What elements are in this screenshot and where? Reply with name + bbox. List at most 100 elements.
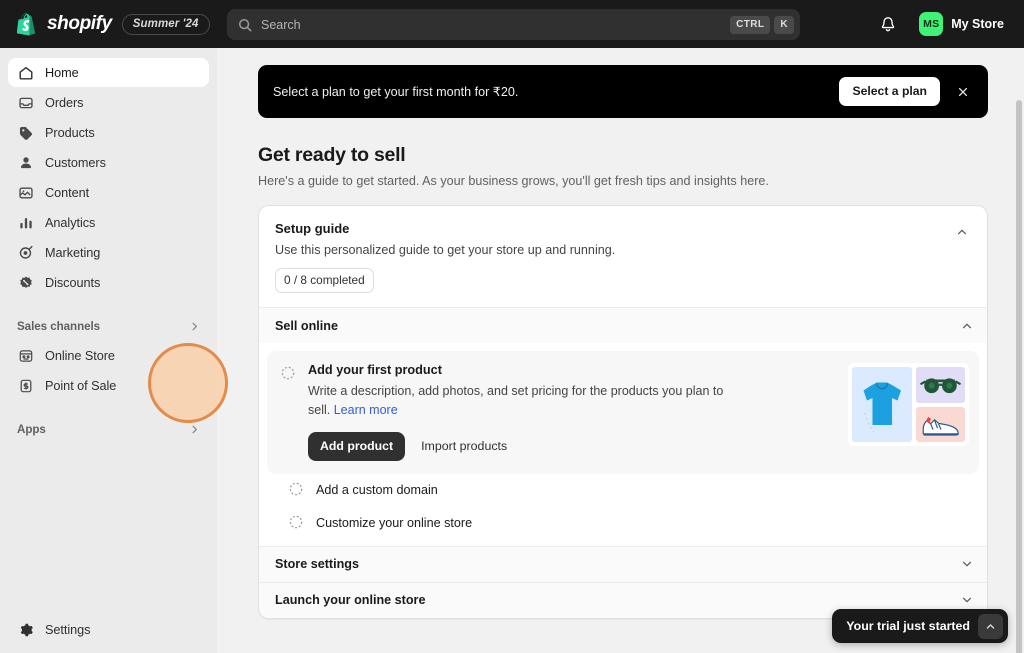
task-label: Add a custom domain — [316, 483, 438, 498]
avatar: MS — [919, 12, 944, 36]
sidebar-item-content[interactable]: Content — [8, 178, 209, 207]
setup-guide-collapse-button[interactable] — [949, 219, 975, 245]
select-plan-button[interactable]: Select a plan — [839, 77, 940, 106]
sidebar-item-marketing[interactable]: Marketing — [8, 238, 209, 267]
trial-toast[interactable]: Your trial just started — [832, 609, 1008, 643]
shortcut-key-ctrl: CTRL — [730, 15, 771, 34]
search-placeholder: Search — [261, 17, 301, 32]
section-sell-online[interactable]: Sell online — [259, 307, 987, 343]
chevron-right-icon — [189, 321, 200, 332]
task-customize-online-store[interactable]: Customize your online store — [275, 506, 971, 540]
scrollbar-thumb[interactable] — [1016, 100, 1022, 653]
sunglasses-icon — [916, 367, 965, 403]
bell-icon[interactable] — [874, 10, 902, 38]
add-product-button[interactable]: Add product — [308, 431, 406, 461]
sidebar-item-online-store[interactable]: Online Store — [8, 341, 209, 370]
chevron-up-icon[interactable] — [961, 320, 973, 332]
progress-badge: 0 / 8 completed — [275, 268, 374, 293]
dashed-circle-icon[interactable] — [288, 481, 304, 502]
chevron-right-icon — [189, 424, 200, 435]
analytics-bars-icon — [17, 214, 34, 231]
section-label: Sell online — [275, 318, 338, 333]
sneaker-icon — [916, 406, 965, 442]
sidebar-item-label: Discounts — [45, 275, 101, 290]
sales-channel-list: Online Store Point of Sale — [0, 339, 217, 400]
sidebar-item-label: Settings — [45, 623, 91, 637]
search-shortcut: CTRL K — [730, 15, 794, 34]
season-badge: Summer '24 — [121, 13, 210, 35]
section-title: Apps — [17, 422, 46, 436]
dashed-circle-icon[interactable] — [288, 514, 304, 535]
shortcut-key-k: K — [774, 15, 794, 34]
content-image-icon — [17, 184, 34, 201]
setup-guide-header: Setup guide Use this personalized guide … — [259, 206, 987, 307]
learn-more-link[interactable]: Learn more — [334, 403, 398, 417]
setup-guide-card: Setup guide Use this personalized guide … — [258, 205, 988, 619]
dashed-circle-icon[interactable] — [280, 365, 296, 461]
chevron-down-icon[interactable] — [961, 594, 973, 606]
sidebar-item-label: Customers — [45, 155, 106, 170]
chevron-down-icon[interactable] — [961, 558, 973, 570]
sidebar-item-label: Marketing — [45, 245, 101, 260]
top-bar-right: MS My Store — [874, 0, 1010, 48]
store-name: My Store — [951, 17, 1004, 31]
sidebar-item-label: Analytics — [45, 215, 96, 230]
primary-nav: Home Orders Products Customers Content A… — [0, 58, 217, 297]
point-of-sale-icon — [17, 377, 34, 394]
search-input[interactable]: Search CTRL K — [227, 9, 800, 40]
sidebar: Home Orders Products Customers Content A… — [0, 48, 217, 653]
section-title: Sales channels — [17, 319, 101, 333]
thumbnail-column — [916, 367, 965, 442]
sidebar-item-label: Content — [45, 185, 90, 200]
main-scrollbar[interactable] — [1016, 100, 1022, 653]
tshirt-icon — [852, 367, 912, 442]
sidebar-item-discounts[interactable]: Discounts — [8, 268, 209, 297]
sell-online-tasks: Add your first product Write a descripti… — [259, 343, 987, 546]
orders-inbox-icon — [17, 94, 34, 111]
sidebar-item-home[interactable]: Home — [8, 58, 209, 87]
search-icon — [238, 18, 252, 32]
close-icon[interactable] — [949, 78, 976, 105]
marketing-target-icon — [17, 244, 34, 261]
setup-guide-title: Setup guide — [275, 221, 350, 236]
customer-person-icon — [17, 154, 34, 171]
task-description: Write a description, add photos, and set… — [308, 382, 745, 421]
sidebar-item-point-of-sale[interactable]: Point of Sale — [8, 371, 209, 400]
chevron-up-icon[interactable] — [978, 613, 1003, 639]
toast-message: Your trial just started — [846, 619, 970, 633]
task-label: Customize your online store — [316, 516, 473, 531]
import-products-button[interactable]: Import products — [415, 432, 513, 460]
shopify-bag-icon — [17, 12, 38, 36]
discount-badge-icon — [17, 274, 34, 291]
brand-wordmark: shopify — [47, 13, 112, 34]
home-icon — [17, 64, 34, 81]
top-bar: shopify Summer '24 Search CTRL K MS My S… — [0, 0, 1024, 48]
sidebar-item-settings[interactable]: Settings — [8, 615, 209, 645]
product-tag-icon — [17, 124, 34, 141]
gear-icon — [17, 622, 34, 639]
store-menu-button[interactable]: MS My Store — [916, 9, 1010, 39]
main-content: Select a plan to get your first month fo… — [217, 48, 1024, 653]
storefront-icon — [17, 347, 34, 364]
sidebar-item-label: Products — [45, 125, 95, 140]
sidebar-item-customers[interactable]: Customers — [8, 148, 209, 177]
section-store-settings[interactable]: Store settings — [259, 545, 987, 582]
product-thumbnails — [848, 363, 969, 446]
shopify-admin-app: shopify Summer '24 Search CTRL K MS My S… — [0, 0, 1024, 653]
sidebar-item-label: Online Store — [45, 348, 115, 363]
sidebar-section-apps[interactable]: Apps — [0, 416, 217, 442]
sidebar-item-label: Orders — [45, 95, 84, 110]
shopify-logo[interactable]: shopify — [17, 12, 112, 36]
banner-message: Select a plan to get your first month fo… — [273, 85, 519, 99]
task-add-custom-domain[interactable]: Add a custom domain — [275, 473, 971, 507]
sidebar-section-sales-channels[interactable]: Sales channels — [0, 313, 217, 339]
task-add-first-product[interactable]: Add your first product Write a descripti… — [267, 351, 979, 474]
sidebar-item-orders[interactable]: Orders — [8, 88, 209, 117]
section-label: Launch your online store — [275, 593, 426, 608]
setup-guide-description: Use this personalized guide to get your … — [275, 243, 616, 257]
sidebar-item-label: Point of Sale — [45, 378, 117, 393]
sidebar-item-products[interactable]: Products — [8, 118, 209, 147]
sidebar-item-analytics[interactable]: Analytics — [8, 208, 209, 237]
plan-promo-banner: Select a plan to get your first month fo… — [258, 65, 988, 118]
page-title: Get ready to sell — [258, 144, 406, 166]
